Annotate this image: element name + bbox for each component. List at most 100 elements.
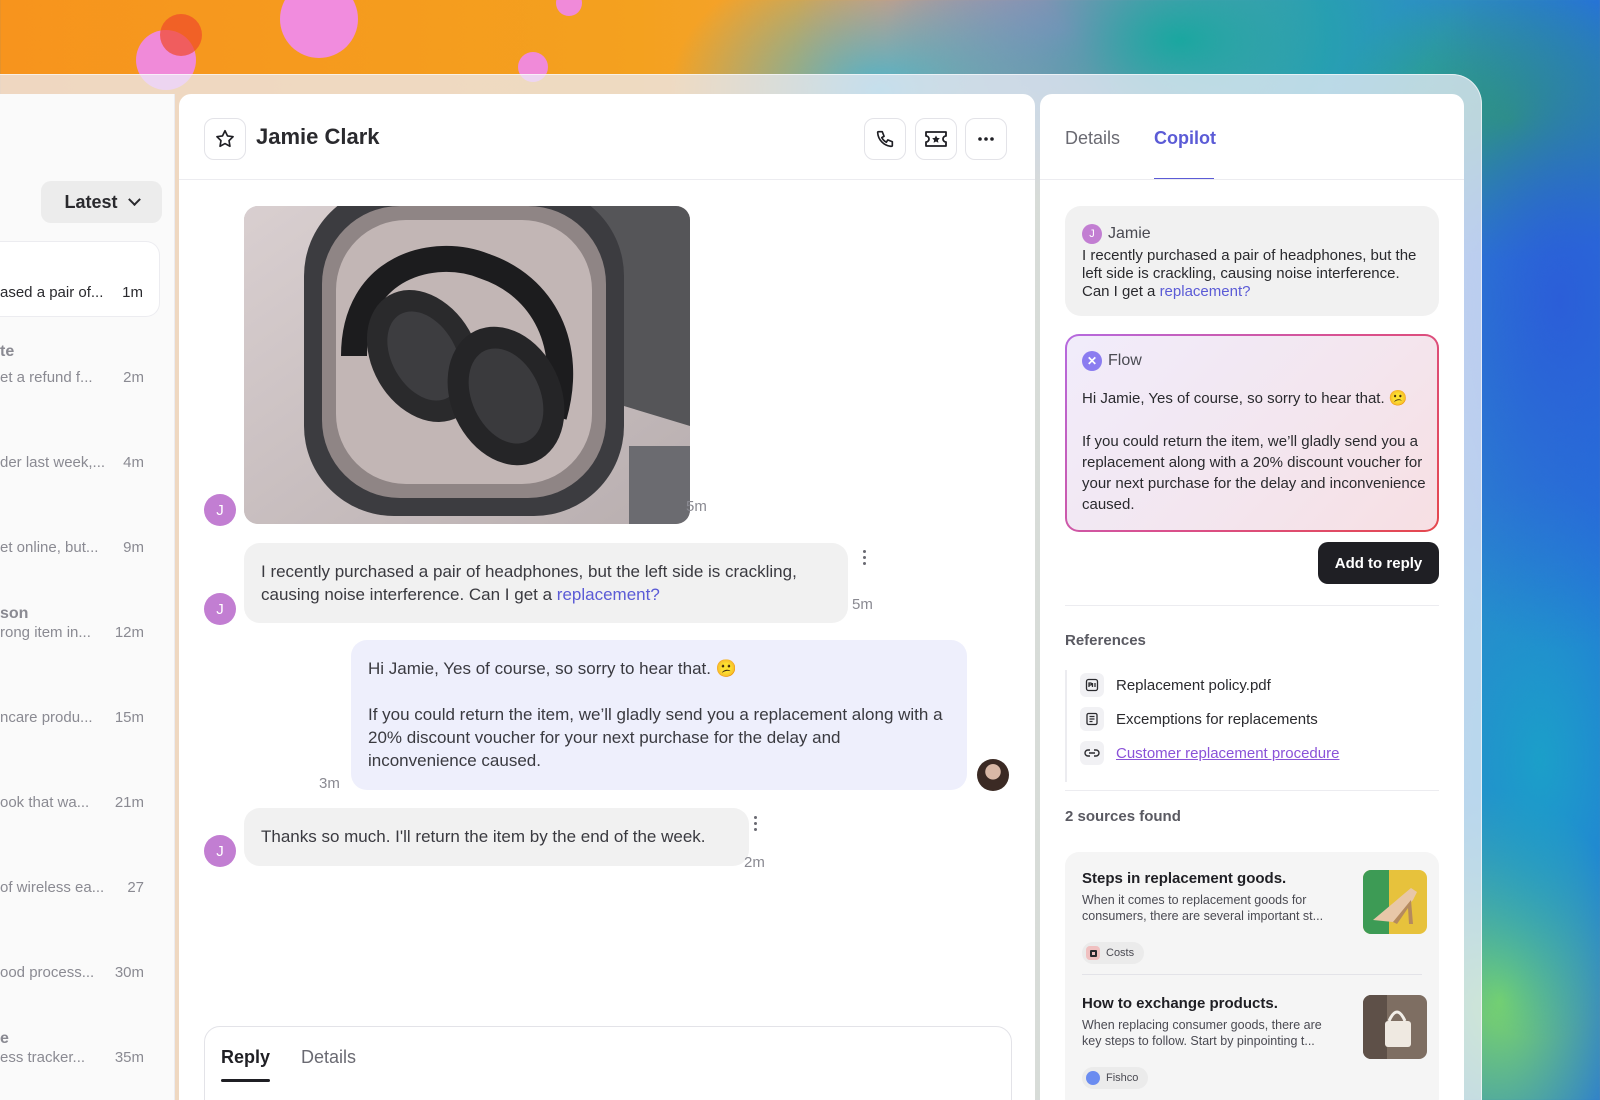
- reference-link: Customer replacement procedure: [1116, 744, 1340, 762]
- replacement-link[interactable]: replacement?: [557, 585, 660, 604]
- reference-item[interactable]: Customer replacement procedure: [1080, 740, 1339, 766]
- add-to-reply-button[interactable]: Add to reply: [1318, 542, 1439, 584]
- tag-icon: [1086, 946, 1100, 960]
- copilot-panel: Details Copilot J Jamie I recently purch…: [1040, 94, 1464, 1100]
- conversation-item[interactable]: son rong item in... 12m: [0, 597, 160, 673]
- conversation-time: 4m: [123, 454, 144, 471]
- sort-dropdown[interactable]: Latest: [41, 181, 162, 223]
- copilot-customer-message: J Jamie I recently purchased a pair of h…: [1065, 206, 1439, 316]
- message-time: 3m: [319, 775, 340, 792]
- star-icon: [216, 129, 234, 148]
- chevron-down-icon: [127, 192, 141, 206]
- message-text: Hi Jamie, Yes of course, so sorry to hea…: [368, 659, 737, 678]
- chat-panel: Jamie Clark J 5m J I recently purchased …: [179, 94, 1035, 1100]
- conversation-item[interactable]: ood process... 30m: [0, 930, 160, 1006]
- customer-name: Jamie: [1108, 225, 1151, 242]
- conversation-time: 12m: [114, 624, 144, 641]
- suggested-reply-text: Hi Jamie, Yes of course, so sorry to hea…: [1082, 390, 1408, 407]
- source-tag: Costs: [1082, 942, 1145, 964]
- conversation-time: 9m: [123, 539, 144, 556]
- favorite-button[interactable]: [204, 118, 246, 160]
- customer-avatar: J: [204, 593, 236, 625]
- contact-name: Jamie Clark: [256, 124, 380, 149]
- tab-reply[interactable]: Reply: [221, 1047, 271, 1082]
- divider: [1065, 605, 1439, 606]
- message-text: I recently purchased a pair of headphone…: [261, 562, 797, 604]
- conversation-item[interactable]: te et a refund f... 2m: [0, 335, 160, 411]
- sort-dropdown-label: Latest: [64, 191, 118, 212]
- conversation-item[interactable]: ased a pair of... 1m: [0, 241, 160, 317]
- conversation-preview: ook that wa...: [0, 794, 90, 811]
- headphones-image: [244, 206, 690, 524]
- replacement-link[interactable]: replacement?: [1160, 283, 1251, 300]
- conversation-name: son: [0, 605, 29, 622]
- handbag-image: [1363, 995, 1427, 1059]
- tab-reply-details[interactable]: Details: [301, 1047, 356, 1068]
- chat-header: Jamie Clark: [179, 94, 1035, 180]
- tag-label: Costs: [1106, 947, 1135, 959]
- source-title: Steps in replacement goods.: [1082, 870, 1287, 887]
- agent-avatar: [977, 759, 1009, 791]
- copilot-suggested-reply: ✕ Flow Hi Jamie, Yes of course, so sorry…: [1065, 334, 1439, 532]
- message-options-button[interactable]: [863, 550, 867, 565]
- reference-item[interactable]: Excemptions for replacements: [1080, 706, 1318, 732]
- reference-item[interactable]: Replacement policy.pdf: [1080, 672, 1271, 698]
- user-icon: [1086, 1071, 1100, 1085]
- conversation-preview: ncare produ...: [0, 709, 93, 726]
- agent-message: Hi Jamie, Yes of course, so sorry to hea…: [351, 640, 967, 790]
- flow-logo-icon: ✕: [1082, 351, 1102, 371]
- high-heel-shoe-image: [1363, 870, 1427, 934]
- conversation-time: 35m: [114, 1049, 144, 1066]
- conversation-preview: ood process...: [0, 964, 95, 981]
- message-options-button[interactable]: [754, 816, 758, 831]
- ticket-button[interactable]: [915, 118, 957, 160]
- headphones-photo[interactable]: [244, 206, 690, 524]
- divider: [1065, 790, 1439, 791]
- references-title: References: [1065, 632, 1146, 649]
- message-text: Thanks so much. I'll return the item by …: [261, 827, 706, 846]
- conversation-item[interactable]: ook that wa... 21m: [0, 760, 160, 836]
- conversation-item[interactable]: of wireless ea... 27: [0, 845, 160, 921]
- conversation-time: 21m: [114, 794, 144, 811]
- document-icon: [1080, 707, 1104, 731]
- background-blob: [160, 14, 202, 56]
- reference-label: Replacement policy.pdf: [1116, 676, 1271, 694]
- reply-composer[interactable]: Reply Details: [204, 1026, 1012, 1100]
- more-options-button[interactable]: [965, 118, 1007, 160]
- ticket-icon: [925, 131, 947, 147]
- conversation-preview: ess tracker...: [0, 1049, 86, 1066]
- assistant-name: Flow: [1108, 352, 1142, 369]
- suggested-reply-text: If you could return the item, we’ll glad…: [1082, 433, 1426, 513]
- references-rail: [1065, 670, 1067, 782]
- call-button[interactable]: [864, 118, 906, 160]
- background-blob: [556, 0, 582, 16]
- sources-list: Steps in replacement goods. When it come…: [1065, 852, 1439, 1100]
- divider: [1040, 179, 1464, 180]
- conversation-preview: ased a pair of...: [0, 284, 104, 301]
- conversation-preview: et online, but...: [0, 539, 99, 556]
- tab-details[interactable]: Details: [1065, 128, 1120, 149]
- customer-message: I recently purchased a pair of headphone…: [244, 543, 848, 623]
- conversation-item[interactable]: et online, but... 9m: [0, 505, 160, 581]
- conversation-item[interactable]: ncare produ... 15m: [0, 675, 160, 751]
- conversation-item[interactable]: der last week,... 4m: [0, 420, 160, 496]
- tab-copilot[interactable]: Copilot: [1154, 128, 1216, 149]
- conversation-time: 15m: [114, 709, 144, 726]
- message-time: 2m: [744, 854, 765, 871]
- customer-avatar: J: [1082, 224, 1102, 244]
- sources-title: 2 sources found: [1065, 808, 1181, 825]
- message-time: 5m: [686, 498, 707, 515]
- conversation-item[interactable]: e ess tracker... 35m: [0, 1022, 160, 1098]
- conversation-time: 2m: [123, 369, 144, 386]
- conversation-preview: der last week,...: [0, 454, 106, 471]
- more-horizontal-icon: [978, 137, 994, 141]
- conversation-preview: et a refund f...: [0, 369, 93, 386]
- phone-icon: [876, 130, 894, 148]
- reference-label: Excemptions for replacements: [1116, 710, 1318, 728]
- tag-label: Fishco: [1106, 1072, 1139, 1084]
- source-title: How to exchange products.: [1082, 995, 1278, 1012]
- customer-avatar: J: [204, 835, 236, 867]
- link-icon: [1080, 741, 1104, 765]
- conversation-name: e: [0, 1030, 9, 1047]
- conversation-preview: rong item in...: [0, 624, 91, 641]
